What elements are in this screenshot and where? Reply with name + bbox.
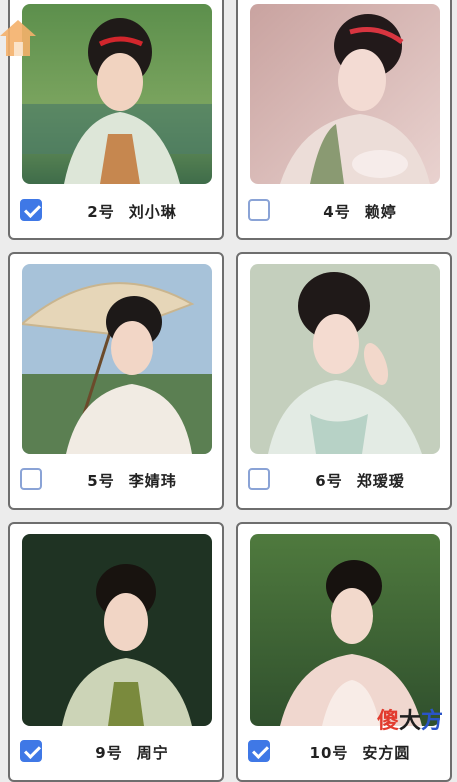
contestant-caption: 9号 周宁	[50, 742, 214, 763]
contestant-caption: 6号 郑瑷瑷	[278, 470, 442, 491]
contestant-card[interactable]: 4号 赖婷	[236, 0, 452, 240]
watermark-char: 方	[420, 709, 443, 734]
contestant-name: 赖婷	[364, 203, 397, 221]
select-checkbox[interactable]	[20, 468, 42, 490]
contestant-photo	[250, 534, 440, 726]
contestant-name: 郑瑷瑷	[356, 472, 405, 490]
contestant-caption: 10号 安方圆	[278, 742, 442, 763]
contestant-name: 李婧玮	[128, 472, 177, 490]
watermark-logo: 傻大方	[377, 703, 443, 735]
contestant-name: 周宁	[136, 744, 169, 762]
contestant-number: 2号	[87, 203, 115, 221]
contestant-number: 9号	[95, 744, 123, 762]
contestant-card[interactable]: 2号 刘小琳	[8, 0, 224, 240]
home-icon[interactable]	[0, 18, 36, 58]
contestant-number: 10号	[309, 744, 349, 762]
contestant-caption: 4号 赖婷	[278, 201, 442, 222]
contestant-caption: 2号 刘小琳	[50, 201, 214, 222]
watermark-char: 傻	[376, 709, 399, 734]
contestant-card[interactable]: 6号 郑瑷瑷	[236, 252, 452, 510]
contestant-photo	[250, 4, 440, 184]
contestant-card[interactable]: 5号 李婧玮	[8, 252, 224, 510]
contestant-photo	[22, 534, 212, 726]
select-checkbox[interactable]	[248, 468, 270, 490]
contestant-photo	[250, 264, 440, 454]
select-checkbox[interactable]	[248, 199, 270, 221]
select-checkbox[interactable]	[20, 199, 42, 221]
contestant-card[interactable]: 9号 周宁	[8, 522, 224, 782]
watermark-char: 大	[398, 709, 421, 734]
contestant-number: 6号	[315, 472, 343, 490]
contestant-card[interactable]: 10号 安方圆	[236, 522, 452, 782]
contestant-photo	[22, 4, 212, 184]
contestant-caption: 5号 李婧玮	[50, 470, 214, 491]
contestant-number: 4号	[323, 203, 351, 221]
contestant-photo	[22, 264, 212, 454]
contestant-name: 刘小琳	[128, 203, 177, 221]
contestant-name: 安方圆	[362, 744, 411, 762]
contestant-number: 5号	[87, 472, 115, 490]
